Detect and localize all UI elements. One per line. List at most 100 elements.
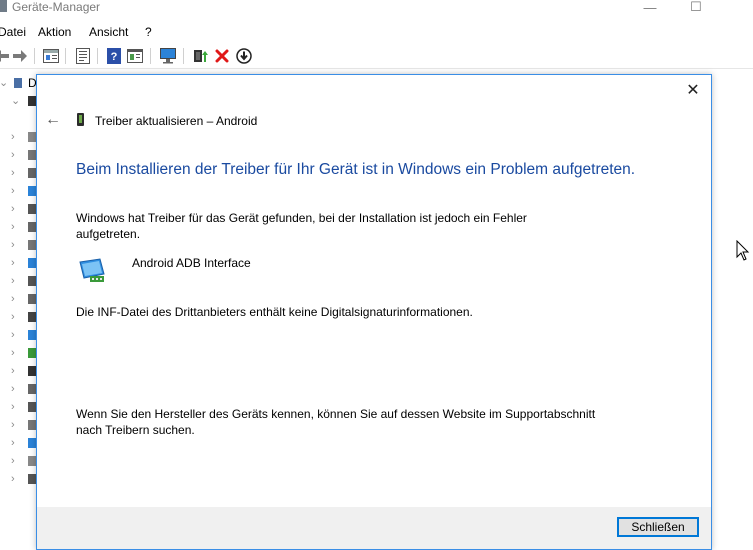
chevron-right-icon[interactable]: ›: [11, 256, 15, 270]
toolbar: ?: [0, 44, 753, 69]
tree-row[interactable]: ›: [0, 220, 36, 234]
tree-row[interactable]: ›: [0, 382, 36, 396]
chevron-right-icon[interactable]: ›: [11, 328, 15, 342]
uninstall-icon[interactable]: [214, 48, 230, 64]
chevron-right-icon[interactable]: ›: [11, 400, 15, 414]
device-icon: [28, 204, 36, 214]
toolbar-separator: [97, 48, 98, 64]
view-icon[interactable]: [127, 48, 143, 64]
tree-row[interactable]: ›: [0, 148, 36, 162]
dialog-footer: Schließen: [37, 507, 711, 549]
minimize-button[interactable]: —: [627, 0, 673, 15]
chevron-right-icon[interactable]: ›: [11, 220, 15, 234]
tree-row[interactable]: ›: [0, 256, 36, 270]
tree-row[interactable]: ›: [0, 364, 36, 378]
device-icon: [28, 330, 36, 340]
menu-help[interactable]: ?: [145, 25, 152, 39]
computer-icon: [14, 78, 22, 88]
tree-row[interactable]: ›: [0, 400, 36, 414]
toolbar-separator: [34, 48, 35, 64]
error-detail: Die INF-Datei des Drittanbieters enthält…: [76, 305, 473, 319]
tree-row[interactable]: ›: [0, 328, 36, 342]
properties-icon[interactable]: [43, 48, 59, 64]
chevron-right-icon[interactable]: ›: [11, 292, 15, 306]
chevron-right-icon[interactable]: ›: [11, 364, 15, 378]
svg-text:?: ?: [111, 51, 118, 63]
app-icon: [0, 0, 7, 12]
disable-icon[interactable]: [236, 48, 252, 64]
toolbar-separator: [183, 48, 184, 64]
update-driver-dialog: ✕ ← Treiber aktualisieren – Android Beim…: [36, 74, 712, 550]
back-icon[interactable]: [0, 48, 10, 64]
dialog-title: Treiber aktualisieren – Android: [95, 114, 258, 128]
menu-aktion[interactable]: Aktion: [38, 25, 71, 39]
chevron-right-icon[interactable]: ›: [11, 238, 15, 252]
network-adapter-icon: [79, 258, 105, 282]
maximize-button[interactable]: ☐: [673, 0, 719, 14]
device-icon: [28, 240, 36, 250]
chevron-right-icon[interactable]: ›: [11, 346, 15, 360]
device-name: Android ADB Interface: [132, 256, 251, 270]
tree-row[interactable]: ›: [0, 166, 36, 180]
chevron-right-icon[interactable]: ›: [11, 418, 15, 432]
device-icon: [28, 258, 36, 268]
device-icon: [28, 222, 36, 232]
menu-bar: Datei Aktion Ansicht ?: [0, 22, 753, 42]
tree-row[interactable]: ›: [0, 472, 36, 486]
toolbar-separator: [150, 48, 151, 64]
device-icon: [28, 96, 36, 106]
close-icon[interactable]: ✕: [683, 81, 703, 101]
chevron-right-icon[interactable]: ›: [11, 184, 15, 198]
tree-row[interactable]: ›: [0, 292, 36, 306]
tree-row[interactable]: ›: [0, 418, 36, 432]
update-driver-icon[interactable]: [193, 48, 209, 64]
tree-row[interactable]: ›: [0, 436, 36, 450]
driver-icon[interactable]: [75, 48, 91, 64]
tree-row-computer-expanded[interactable]: ⌄: [0, 94, 36, 108]
menu-ansicht[interactable]: Ansicht: [89, 25, 128, 39]
tree-row[interactable]: ›: [0, 346, 36, 360]
tree-row[interactable]: ›: [0, 310, 36, 324]
device-icon: [28, 366, 36, 376]
forward-icon[interactable]: [12, 48, 28, 64]
tree-row[interactable]: ›: [0, 454, 36, 468]
chevron-right-icon[interactable]: ›: [11, 310, 15, 324]
toolbar-separator: [65, 48, 66, 64]
tree-row[interactable]: ›: [0, 184, 36, 198]
device-icon: [28, 384, 36, 394]
chevron-right-icon[interactable]: ›: [11, 436, 15, 450]
device-icon: [28, 456, 36, 466]
chevron-down-icon[interactable]: ⌄: [0, 76, 8, 90]
device-icon: [28, 474, 36, 484]
chevron-right-icon[interactable]: ›: [11, 274, 15, 288]
device-icon: [28, 294, 36, 304]
tree-row[interactable]: ›: [0, 238, 36, 252]
chevron-right-icon[interactable]: ›: [11, 202, 15, 216]
chevron-down-icon[interactable]: ⌄: [11, 94, 20, 108]
error-description: Windows hat Treiber für das Gerät gefund…: [76, 211, 527, 241]
device-tree[interactable]: ⌄ D ⌄ › › › › › › › › › › › › › › › › › …: [0, 70, 37, 550]
chevron-right-icon[interactable]: ›: [11, 148, 15, 162]
window-title: Geräte-Manager: [12, 0, 101, 14]
chevron-right-icon[interactable]: ›: [11, 166, 15, 180]
close-button[interactable]: Schließen: [617, 517, 699, 537]
mouse-cursor-icon: [736, 240, 750, 261]
help-icon[interactable]: ?: [106, 48, 122, 64]
chevron-right-icon[interactable]: ›: [11, 454, 15, 468]
tree-row-computer[interactable]: ⌄ D: [0, 76, 37, 90]
device-icon: [28, 132, 36, 142]
tree-row[interactable]: ›: [0, 130, 36, 144]
device-icon: [28, 150, 36, 160]
title-bar: Geräte-Manager — ☐: [0, 0, 753, 20]
monitor-scan-icon[interactable]: [160, 48, 176, 64]
android-device-icon: [77, 113, 84, 126]
tree-row[interactable]: ›: [0, 202, 36, 216]
chevron-right-icon[interactable]: ›: [11, 130, 15, 144]
chevron-right-icon[interactable]: ›: [11, 382, 15, 396]
menu-datei[interactable]: Datei: [0, 25, 26, 39]
back-arrow-icon[interactable]: ←: [45, 111, 61, 129]
device-icon: [28, 438, 36, 448]
tree-row[interactable]: ›: [0, 274, 36, 288]
chevron-right-icon[interactable]: ›: [11, 472, 15, 486]
error-headline: Beim Installieren der Treiber für Ihr Ge…: [76, 161, 636, 178]
